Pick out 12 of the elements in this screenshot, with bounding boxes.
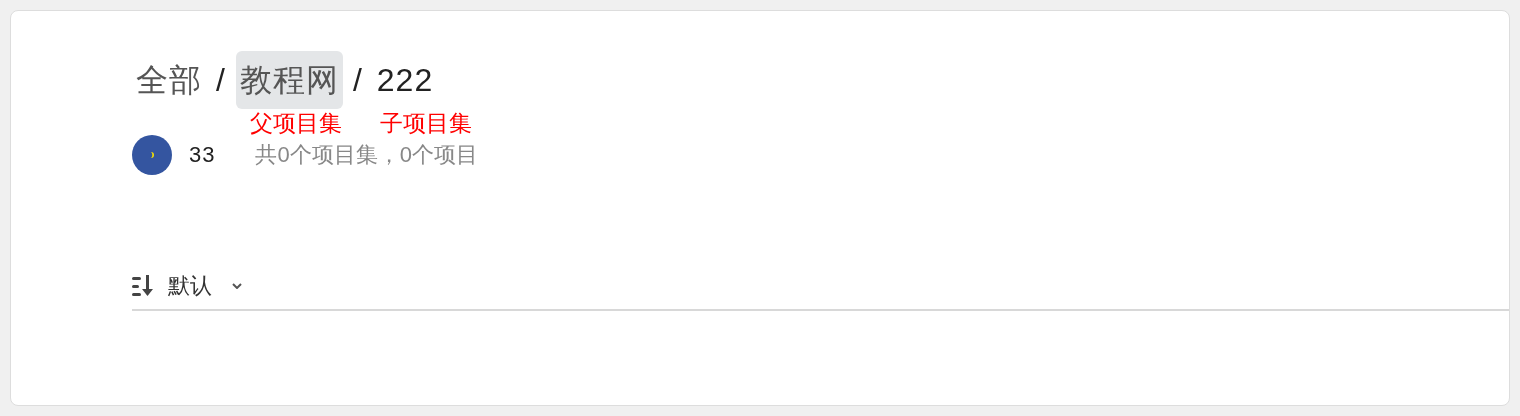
owner-name: 33 (189, 142, 216, 168)
summary-text: 共0个项目集，0个项目 (255, 141, 478, 169)
annotation-label: 子项目集 (380, 111, 472, 135)
breadcrumb-item[interactable]: 教程网 (235, 51, 343, 109)
annotation-label: 父项目集 (250, 111, 342, 135)
breadcrumb-separator: / (216, 61, 226, 99)
breadcrumb-item[interactable]: 全部 (132, 51, 206, 109)
avatar-icon (132, 135, 172, 175)
breadcrumb-separator: / (352, 61, 363, 99)
sort-dropdown[interactable]: 默认 (132, 271, 242, 301)
caret-icon (232, 283, 242, 289)
breadcrumb-item: 222 (375, 61, 435, 100)
